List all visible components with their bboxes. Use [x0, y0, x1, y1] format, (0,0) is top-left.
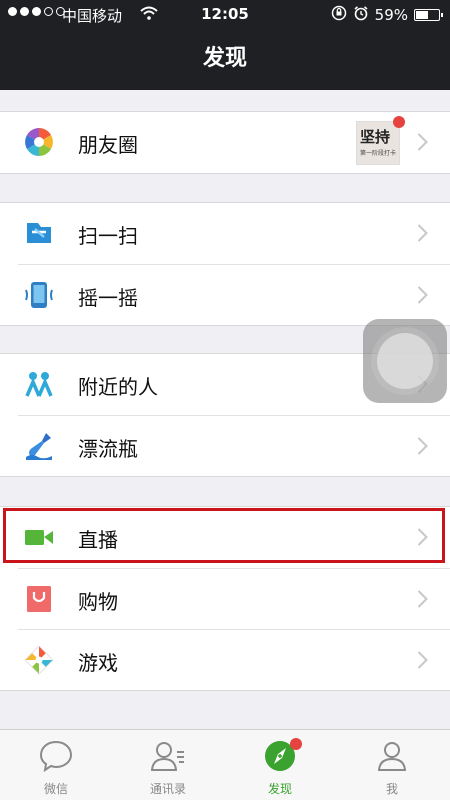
menu-item-label: 摇一摇	[78, 286, 138, 310]
chevron-right-icon	[417, 285, 428, 305]
menu-item-drift-bottle[interactable]: 漂流瓶	[18, 415, 450, 476]
menu-item-shake[interactable]: 摇一摇	[18, 264, 450, 325]
rotation-lock-icon	[331, 5, 347, 25]
people-nearby-icon	[24, 369, 54, 399]
chevron-right-icon	[417, 436, 428, 456]
profile-icon	[374, 738, 410, 774]
tab-bar: 微信 通讯录 发现 我	[0, 729, 450, 800]
tab-label: 通讯录	[149, 782, 186, 796]
games-icon	[24, 645, 54, 675]
menu-item-shopping[interactable]: 购物	[18, 568, 450, 629]
shake-icon	[24, 280, 54, 310]
menu-item-label: 漂流瓶	[78, 437, 138, 461]
moments-aperture-icon	[24, 127, 54, 157]
tab-label: 微信	[43, 782, 68, 796]
scan-icon	[24, 218, 54, 248]
menu-item-label: 朋友圈	[78, 133, 138, 157]
assistive-touch-button[interactable]	[363, 319, 447, 403]
chevron-right-icon	[417, 589, 428, 609]
thumbnail-subtext: 第一阶段打卡	[360, 150, 397, 157]
menu-item-games[interactable]: 游戏	[18, 629, 450, 690]
menu-item-label: 购物	[78, 590, 118, 614]
shopping-icon	[24, 584, 54, 614]
tab-chats[interactable]: 微信	[0, 730, 112, 800]
group-moments: 朋友圈 坚持 第一阶段打卡	[0, 111, 450, 174]
new-post-badge	[393, 116, 405, 128]
assistive-touch-inner	[377, 333, 433, 389]
tab-label: 发现	[267, 782, 292, 796]
tab-discover[interactable]: 发现	[224, 730, 336, 800]
menu-item-label: 附近的人	[78, 375, 158, 399]
alarm-icon	[353, 5, 369, 25]
tab-contacts[interactable]: 通讯录	[112, 730, 224, 800]
live-highlight-box	[3, 508, 445, 563]
group-scan-shake: 扫一扫 摇一摇	[0, 202, 450, 326]
tab-me[interactable]: 我	[336, 730, 448, 800]
status-right: 59%	[331, 5, 443, 25]
status-bar: 中国移动 12:05 59%	[0, 0, 450, 30]
menu-item-scan[interactable]: 扫一扫	[0, 203, 450, 264]
menu-item-moments[interactable]: 朋友圈 坚持 第一阶段打卡	[0, 112, 450, 173]
menu-item-label: 扫一扫	[78, 224, 138, 248]
drift-bottle-icon	[24, 431, 54, 461]
moments-thumbnail: 坚持 第一阶段打卡	[356, 116, 405, 165]
battery-percent: 59%	[374, 6, 408, 24]
chevron-right-icon	[417, 132, 428, 152]
chevron-right-icon	[417, 650, 428, 670]
battery-icon	[414, 9, 443, 21]
chevron-right-icon	[417, 223, 428, 243]
menu-item-label: 游戏	[78, 651, 118, 675]
thumbnail-text: 坚持	[360, 128, 391, 146]
page-title: 发现	[202, 46, 247, 71]
discover-badge	[290, 738, 302, 750]
tab-label: 我	[385, 782, 398, 796]
contacts-icon	[150, 738, 186, 774]
chat-bubble-icon	[38, 738, 74, 774]
top-bar: 中国移动 12:05 59% 发现	[0, 0, 450, 90]
